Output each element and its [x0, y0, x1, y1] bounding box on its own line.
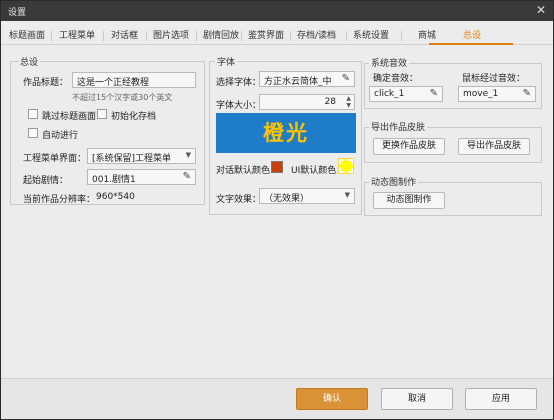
text-effect-label: 文字效果：: [216, 195, 262, 205]
title-label: 作品标题：: [23, 78, 69, 88]
tab-divider: [51, 31, 52, 41]
cancel-button[interactable]: 取消: [381, 388, 453, 410]
animation-legend: 动态图制作: [369, 175, 419, 188]
window-title: 设置: [8, 8, 27, 18]
auto-run-checkbox[interactable]: [28, 128, 38, 138]
skin-legend: 导出作品皮肤: [369, 120, 428, 133]
tab-bar: 标题画面 工程菜单 对话框 图片选项 剧情回放 鉴赏界面 存档/读档 系统设置 …: [1, 25, 553, 45]
font-select-label: 选择字体：: [216, 78, 262, 88]
stepper-arrows-icon[interactable]: ▲ ▼: [346, 95, 351, 109]
tab-project-menu[interactable]: 工程菜单: [59, 28, 95, 41]
title-input[interactable]: 这是一个正经教程: [72, 72, 196, 88]
tab-divider: [401, 31, 402, 41]
confirm-sound-label: 确定音效：: [373, 74, 419, 84]
start-story-field[interactable]: 001.剧情1 ✎: [87, 169, 196, 185]
sound-legend: 系统音效: [369, 56, 410, 69]
change-skin-button[interactable]: 更换作品皮肤: [373, 138, 445, 155]
pencil-icon[interactable]: ✎: [523, 88, 531, 99]
skip-title-checkbox[interactable]: [28, 109, 38, 119]
tab-divider: [103, 31, 104, 41]
auto-run-label: 自动进行: [42, 131, 79, 141]
chevron-down-icon: ▼: [185, 151, 191, 159]
close-icon[interactable]: ✕: [536, 3, 546, 17]
font-select-field[interactable]: 方正水云简体_中 ✎: [259, 71, 355, 87]
title-hint: 不超过15个汉字或30个英文: [72, 93, 173, 102]
font-size-label: 字体大小：: [216, 101, 262, 111]
menu-label: 工程菜单界面：: [23, 154, 87, 164]
tab-image-options[interactable]: 图片选项: [153, 28, 189, 41]
dialog-color-label: 对话默认颜色：: [216, 166, 280, 176]
tab-gallery[interactable]: 鉴赏界面: [248, 28, 284, 41]
chevron-down-icon: ▼: [344, 191, 350, 199]
resolution-value: 960*540: [96, 192, 135, 202]
start-label: 起始剧情：: [23, 176, 69, 186]
settings-window: 设置 ✕ 标题画面 工程菜单 对话框 图片选项 剧情回放 鉴赏界面 存档/读档 …: [0, 0, 554, 420]
pencil-icon[interactable]: ✎: [430, 88, 438, 99]
tab-divider: [290, 31, 291, 41]
active-tab-indicator: [429, 43, 513, 45]
export-skin-button[interactable]: 导出作品皮肤: [458, 138, 530, 155]
tab-divider: [346, 31, 347, 41]
tab-divider: [146, 31, 147, 41]
general-legend: 总设: [18, 55, 41, 68]
make-animation-button[interactable]: 动态图制作: [373, 192, 445, 209]
dialog-footer: 确认 取消 应用: [1, 378, 553, 419]
init-save-label: 初始化存档: [111, 112, 157, 122]
hover-sound-label: 鼠标经过音效：: [462, 74, 526, 84]
ui-color-label: UI默认颜色：: [291, 166, 346, 176]
apply-button[interactable]: 应用: [465, 388, 537, 410]
font-legend: 字体: [215, 55, 238, 68]
init-save-checkbox[interactable]: [97, 109, 107, 119]
hover-sound-field[interactable]: move_1 ✎: [458, 86, 536, 102]
tab-title-screen[interactable]: 标题画面: [9, 28, 45, 41]
tab-system-settings[interactable]: 系统设置: [353, 28, 389, 41]
font-size-stepper[interactable]: 28 ▲ ▼: [259, 94, 355, 110]
ui-color-swatch[interactable]: [339, 159, 353, 173]
pencil-icon[interactable]: ✎: [342, 73, 350, 84]
ok-button[interactable]: 确认: [296, 388, 368, 410]
title-bar: 设置 ✕: [1, 1, 553, 21]
skip-title-label: 跳过标题画面: [42, 112, 97, 122]
dialog-color-swatch[interactable]: [271, 161, 283, 173]
font-preview: 橙光: [216, 113, 356, 153]
tab-shop[interactable]: 商城: [418, 28, 436, 41]
tab-divider: [196, 31, 197, 41]
tab-save-load[interactable]: 存档/读档: [297, 28, 336, 41]
tab-general[interactable]: 总设: [463, 28, 481, 41]
confirm-sound-field[interactable]: click_1 ✎: [369, 86, 443, 102]
resolution-label: 当前作品分辨率：: [23, 195, 96, 205]
pencil-icon[interactable]: ✎: [183, 171, 191, 182]
tab-dialog[interactable]: 对话框: [111, 28, 138, 41]
tab-divider: [241, 31, 242, 41]
tab-replay[interactable]: 剧情回放: [203, 28, 239, 41]
menu-dropdown[interactable]: [系统保留]工程菜单 ▼: [87, 148, 196, 164]
text-effect-dropdown[interactable]: （无效果） ▼: [259, 188, 355, 204]
